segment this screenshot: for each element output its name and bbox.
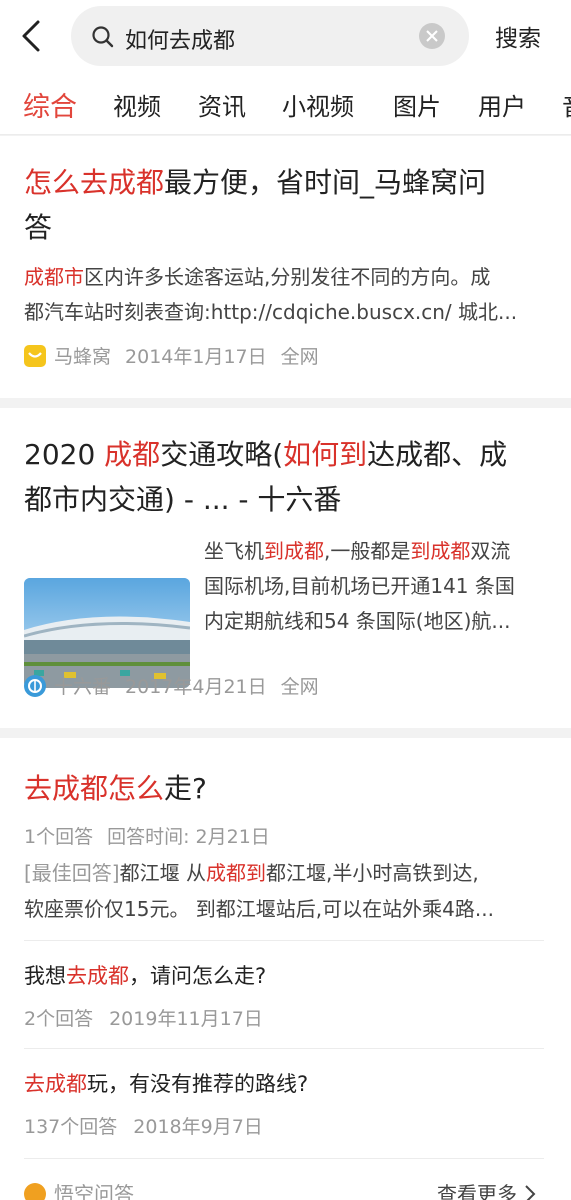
qa-card: 去成都怎么走? 1个回答 回答时间: 2月21日 [最佳回答]都江堰 从成都到都江… <box>0 738 571 1200</box>
result-title[interactable]: 2020 成都交通攻略(如何到达成都、成 都市内交通) - ... - 十六番 <box>24 432 564 522</box>
result-meta: 十六番 2017年4月21日 全网 <box>24 672 319 699</box>
qa-best-answer[interactable]: [最佳回答]都江堰 从成都到都江堰,半小时高铁到达, 软座票价仅15元。 到都江… <box>24 855 494 927</box>
result-meta: 马蜂窝 2014年1月17日 全网 <box>24 342 319 369</box>
search-result-card[interactable]: 2020 成都交通攻略(如何到达成都、成 都市内交通) - ... - 十六番 … <box>0 408 571 728</box>
result-source: 马蜂窝 <box>54 346 112 368</box>
wukong-logo-icon <box>24 1183 46 1200</box>
result-scope: 全网 <box>280 346 319 368</box>
search-input[interactable]: 如何去成都 <box>71 6 469 66</box>
chevron-right-icon <box>525 1185 536 1200</box>
result-title[interactable]: 怎么去成都最方便，省时间_马蜂窝问 答 <box>24 160 554 250</box>
tab-images[interactable]: 图片 <box>393 87 441 122</box>
search-icon <box>91 25 115 53</box>
result-abstract: 坐飞机到成都,一般都是到成都双流 国际机场,目前机场已开通141 条国 内定期航… <box>204 539 515 633</box>
result-source: 十六番 <box>54 676 112 698</box>
related-question[interactable]: 我想去成都，请问怎么走? 2个回答 2019年11月17日 <box>24 960 544 1031</box>
clear-icon[interactable] <box>419 23 445 49</box>
qa-meta: 1个回答 回答时间: 2月21日 <box>24 822 270 849</box>
mafengwo-logo-icon <box>24 345 46 367</box>
shiliufan-logo-icon <box>24 675 46 697</box>
top-bar: 如何去成都 搜索 <box>0 0 571 72</box>
result-date: 2017年4月21日 <box>125 676 267 698</box>
tab-users[interactable]: 用户 <box>478 87 526 122</box>
qa-footer-source: 悟空问答 <box>24 1178 134 1200</box>
qa-title[interactable]: 去成都怎么走? <box>24 766 554 811</box>
back-chevron-icon[interactable] <box>14 18 50 54</box>
tab-news[interactable]: 资讯 <box>198 87 246 122</box>
qa-answer-count: 1个回答 <box>24 826 94 848</box>
tab-video[interactable]: 视频 <box>113 87 161 122</box>
related-question[interactable]: 去成都玩，有没有推荐的路线? 137个回答 2018年9月7日 <box>24 1068 544 1139</box>
tab-short-video[interactable]: 小视频 <box>282 87 354 122</box>
qa-answer-time: 回答时间: 2月21日 <box>107 826 270 848</box>
tab-all[interactable]: 综合 <box>23 85 77 124</box>
see-more-link[interactable]: 查看更多 <box>437 1178 537 1200</box>
search-button[interactable]: 搜索 <box>495 19 541 53</box>
category-tabs: 综合 视频 资讯 小视频 图片 用户 音 <box>0 72 571 135</box>
result-abstract: 成都市区内许多长途客运站,分别发往不同的方向。成 都汽车站时刻表查询:http:… <box>24 265 518 324</box>
result-scope: 全网 <box>280 676 319 698</box>
search-result-card[interactable]: 怎么去成都最方便，省时间_马蜂窝问 答 成都市区内许多长途客运站,分别发往不同的… <box>0 136 571 398</box>
divider <box>24 940 544 941</box>
divider <box>24 1158 544 1159</box>
search-query-text[interactable]: 如何去成都 <box>125 23 235 55</box>
divider <box>24 1048 544 1049</box>
result-date: 2014年1月17日 <box>125 346 267 368</box>
tab-music[interactable]: 音 <box>562 87 571 122</box>
